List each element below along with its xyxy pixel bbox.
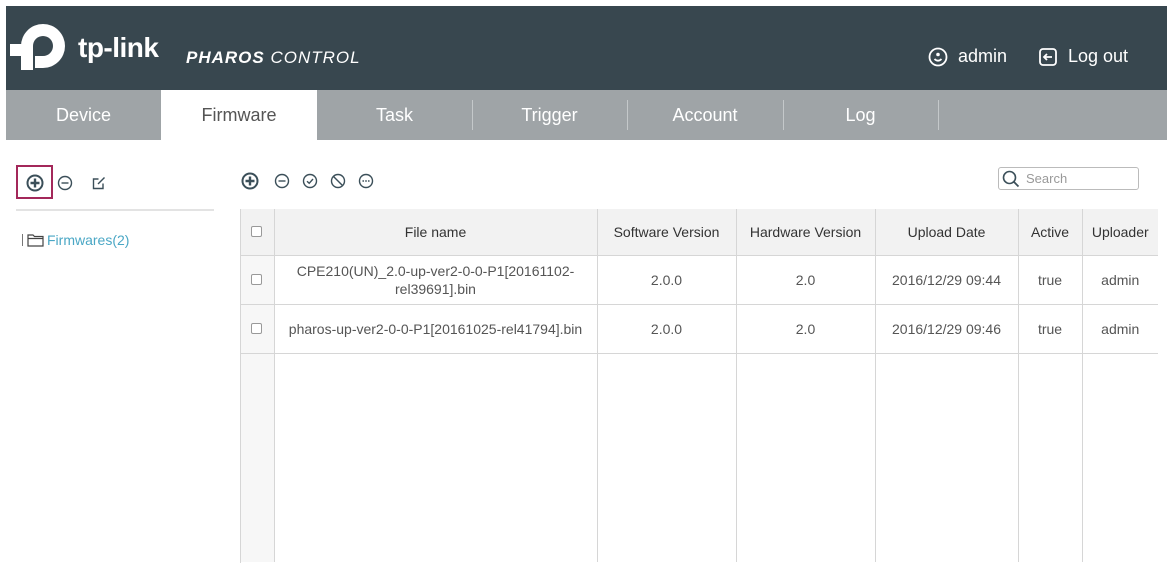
empty-cell — [240, 353, 275, 562]
check-circle-icon — [302, 173, 318, 189]
user-menu[interactable]: admin — [928, 46, 1007, 67]
column-header-hardware-version[interactable]: Hardware Version — [736, 209, 876, 256]
more-options-button[interactable] — [356, 171, 376, 191]
search-icon — [1002, 170, 1020, 187]
empty-cell — [1018, 353, 1083, 562]
tree-divider — [16, 209, 214, 211]
column-header-upload-date[interactable]: Upload Date — [875, 209, 1019, 256]
tree-branch-line — [22, 234, 23, 246]
tab-account[interactable]: Account — [627, 90, 783, 140]
empty-cell — [597, 353, 737, 562]
main-tabs: Device Firmware Task Trigger Account Log — [6, 90, 1167, 140]
row-checkbox[interactable] — [251, 322, 263, 334]
active-cell: true — [1018, 304, 1083, 354]
column-header-software-version[interactable]: Software Version — [597, 209, 737, 256]
add-icon — [26, 174, 44, 192]
product-name-strong: PHAROS — [186, 48, 265, 67]
empty-cell — [736, 353, 876, 562]
table-header-row: File name Software Version Hardware Vers… — [240, 209, 1158, 256]
upload-date-cell: 2016/12/29 09:46 — [875, 304, 1019, 354]
table-row[interactable]: pharos-up-ver2-0-0-P1[20161025-rel41794]… — [240, 304, 1158, 354]
tab-trigger[interactable]: Trigger — [472, 90, 627, 140]
logout-icon — [1039, 47, 1057, 66]
user-name: admin — [958, 46, 1008, 66]
tree-edit-button[interactable] — [89, 173, 109, 193]
tree-remove-button[interactable] — [55, 173, 75, 193]
table-left-border — [240, 209, 241, 563]
remove-icon — [57, 175, 73, 191]
remove-icon — [274, 173, 290, 189]
tp-link-logo: tp-link — [6, 6, 159, 90]
file-name-cell: CPE210(UN)_2.0-up-ver2-0-0-P1[20161102-r… — [274, 255, 598, 305]
table-row[interactable]: CPE210(UN)_2.0-up-ver2-0-0-P1[20161102-r… — [240, 255, 1158, 305]
tab-firmware[interactable]: Firmware — [161, 90, 317, 140]
row-select-cell — [240, 255, 275, 305]
column-header-uploader[interactable]: Uploader — [1082, 209, 1158, 256]
software-version-cell: 2.0.0 — [597, 255, 737, 305]
enable-firmware-button[interactable] — [300, 171, 320, 191]
tree-add-button[interactable] — [25, 173, 45, 193]
hardware-version-cell: 2.0 — [736, 304, 876, 354]
logout-label: Log out — [1068, 46, 1129, 66]
product-name: PHAROS CONTROL — [186, 48, 361, 68]
logo-text: tp-link — [78, 32, 159, 63]
tree-item-firmwares[interactable]: Firmwares(2) — [22, 232, 129, 248]
product-name-light: CONTROL — [264, 48, 361, 67]
tab-task[interactable]: Task — [317, 90, 472, 140]
search-box — [998, 167, 1139, 190]
row-select-cell — [240, 304, 275, 354]
empty-cell — [875, 353, 1019, 562]
delete-firmware-button[interactable] — [272, 171, 292, 191]
logout-button[interactable]: Log out — [1038, 46, 1128, 67]
file-name-cell: pharos-up-ver2-0-0-P1[20161025-rel41794]… — [274, 304, 598, 354]
column-header-file-name[interactable]: File name — [274, 209, 598, 256]
search-input[interactable] — [1026, 171, 1136, 186]
more-icon — [358, 173, 374, 189]
tab-log[interactable]: Log — [783, 90, 938, 140]
row-checkbox[interactable] — [251, 273, 263, 285]
add-firmware-button[interactable] — [240, 171, 260, 191]
uploader-cell: admin — [1082, 255, 1158, 305]
firmware-table: File name Software Version Hardware Vers… — [240, 209, 1158, 562]
block-icon — [330, 173, 346, 189]
active-cell: true — [1018, 255, 1083, 305]
empty-table-area — [240, 353, 1158, 562]
app-header: tp-link PHAROS CONTROL admin Log out — [6, 6, 1167, 90]
folder-icon — [27, 234, 44, 247]
tab-device[interactable]: Device — [6, 90, 161, 140]
tp-link-logo-icon — [10, 24, 65, 70]
firmware-toolbar — [240, 170, 376, 192]
column-header-active[interactable]: Active — [1018, 209, 1083, 256]
user-icon — [928, 47, 948, 66]
software-version-cell: 2.0.0 — [597, 304, 737, 354]
edit-icon — [92, 177, 105, 190]
empty-cell — [274, 353, 598, 562]
empty-cell — [1082, 353, 1158, 562]
uploader-cell: admin — [1082, 304, 1158, 354]
tab-divider — [938, 100, 939, 130]
disable-firmware-button[interactable] — [328, 171, 348, 191]
upload-date-cell: 2016/12/29 09:44 — [875, 255, 1019, 305]
select-all-checkbox[interactable] — [251, 225, 263, 237]
add-icon — [241, 172, 259, 190]
tree-item-label: Firmwares(2) — [47, 232, 130, 248]
select-all-cell — [240, 209, 275, 256]
hardware-version-cell: 2.0 — [736, 255, 876, 305]
tree-toolbar — [18, 167, 109, 199]
